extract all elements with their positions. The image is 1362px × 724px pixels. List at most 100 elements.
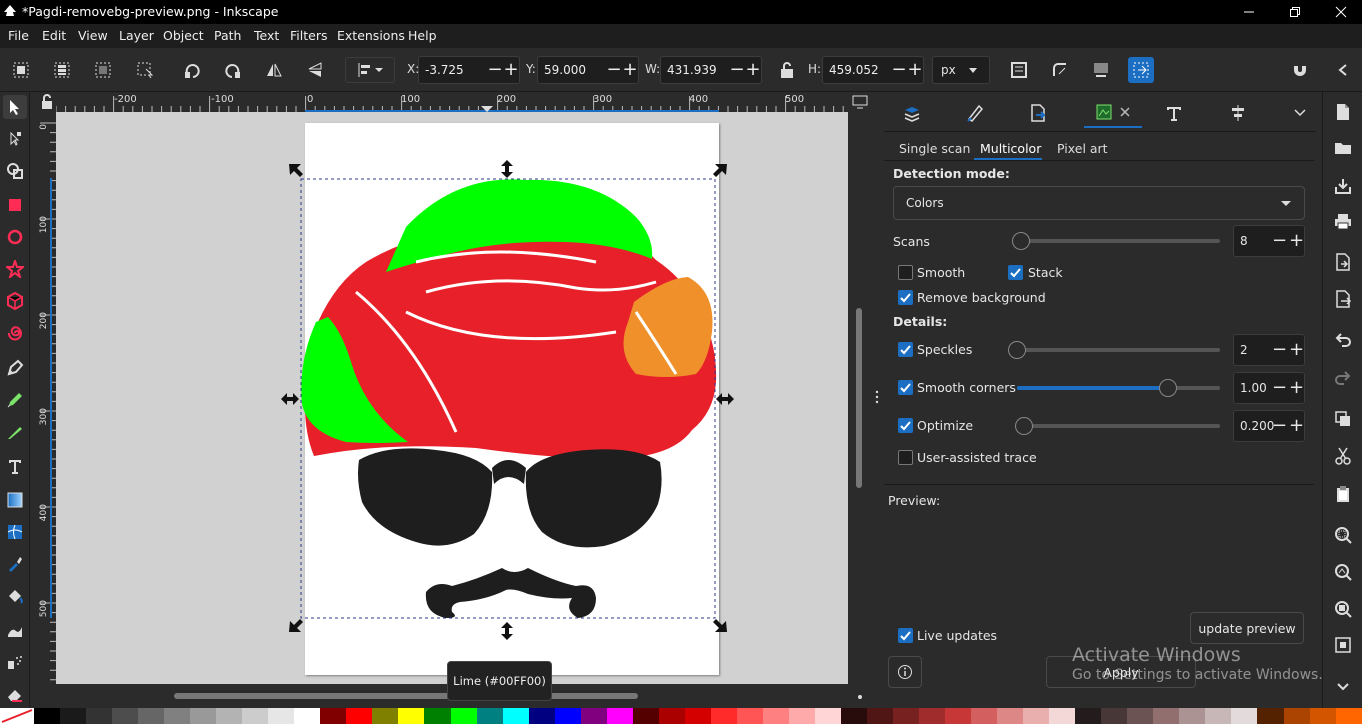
- paint-bucket-icon[interactable]: [3, 584, 27, 608]
- color-swatch[interactable]: [997, 708, 1024, 724]
- smooth-corners-slider[interactable]: [1017, 386, 1220, 390]
- color-swatch[interactable]: [190, 708, 217, 724]
- scans-decrement-icon[interactable]: −: [1272, 231, 1287, 251]
- flip-vertical-icon[interactable]: [302, 57, 328, 83]
- x-decrement-icon[interactable]: −: [487, 60, 503, 80]
- minimize-button[interactable]: [1226, 0, 1272, 24]
- color-swatch[interactable]: [919, 708, 946, 724]
- color-swatch[interactable]: [268, 708, 295, 724]
- tab-pixel-art[interactable]: Pixel art: [1057, 141, 1108, 156]
- close-window-button[interactable]: [1318, 0, 1362, 24]
- color-swatch[interactable]: [945, 708, 972, 724]
- color-swatch[interactable]: [1127, 708, 1154, 724]
- color-swatch[interactable]: [971, 708, 998, 724]
- artwork[interactable]: [56, 112, 848, 684]
- color-swatch[interactable]: [450, 708, 477, 724]
- color-swatch[interactable]: [893, 708, 920, 724]
- export-icon[interactable]: [1330, 286, 1356, 312]
- color-swatch[interactable]: [1179, 708, 1206, 724]
- optimize-spinner[interactable]: 0.200 − +: [1233, 410, 1305, 442]
- undo-icon[interactable]: [1330, 327, 1356, 353]
- dropper-tool-icon[interactable]: [3, 552, 27, 576]
- info-button[interactable]: [888, 656, 922, 688]
- color-swatch[interactable]: [814, 708, 841, 724]
- color-swatch[interactable]: [710, 708, 737, 724]
- menu-path[interactable]: Path: [214, 28, 241, 43]
- star-tool-icon[interactable]: [3, 257, 27, 281]
- more-tabs-chevron-icon[interactable]: [1280, 98, 1320, 128]
- pencil-tool-icon[interactable]: [3, 388, 27, 412]
- spiral-tool-icon[interactable]: [3, 321, 27, 345]
- optimize-checkbox[interactable]: [898, 418, 913, 433]
- stack-checkbox[interactable]: [1008, 265, 1023, 280]
- color-swatch[interactable]: [1231, 708, 1258, 724]
- smooth-corners-decrement-icon[interactable]: −: [1272, 378, 1287, 398]
- color-swatch[interactable]: [840, 708, 867, 724]
- color-swatch[interactable]: [86, 708, 113, 724]
- color-swatch[interactable]: [788, 708, 815, 724]
- paste-icon[interactable]: [1330, 481, 1356, 507]
- live-updates-checkbox[interactable]: [898, 628, 913, 643]
- vertical-ruler[interactable]: 0 100 200 300 400 500: [38, 112, 56, 684]
- cut-icon[interactable]: [1330, 443, 1356, 469]
- speckles-slider[interactable]: [1010, 348, 1220, 352]
- mesh-tool-icon[interactable]: [3, 520, 27, 544]
- export-tab-icon[interactable]: [1018, 98, 1058, 128]
- color-swatch[interactable]: [762, 708, 789, 724]
- detection-mode-select[interactable]: Colors: [893, 186, 1305, 220]
- smooth-corners-spinner[interactable]: 1.00 − +: [1233, 372, 1305, 404]
- smooth-checkbox[interactable]: [898, 265, 913, 280]
- y-field[interactable]: 59.000 − +: [537, 56, 639, 84]
- move-patterns-icon[interactable]: [1128, 57, 1154, 83]
- deselect-icon[interactable]: [90, 57, 116, 83]
- color-swatch[interactable]: [424, 708, 451, 724]
- align-distribute-tab-icon[interactable]: [1218, 98, 1258, 128]
- color-swatch[interactable]: [867, 708, 894, 724]
- color-swatch[interactable]: [1101, 708, 1128, 724]
- w-field[interactable]: 431.939 − +: [660, 56, 762, 84]
- layers-tab-icon[interactable]: [892, 98, 932, 128]
- rotate-cw-icon[interactable]: [220, 57, 246, 83]
- color-swatch[interactable]: [1257, 708, 1284, 724]
- snap-icon[interactable]: [1287, 57, 1313, 83]
- menu-layer[interactable]: Layer: [119, 28, 154, 43]
- gradient-tool-icon[interactable]: [3, 488, 27, 512]
- speckles-checkbox[interactable]: [898, 342, 913, 357]
- horizontal-ruler[interactable]: -200 -100 0 100 200 300 400 500: [56, 92, 848, 112]
- new-document-icon[interactable]: [1330, 99, 1356, 125]
- horizontal-scroll-thumb[interactable]: [174, 693, 638, 699]
- scale-stroke-icon[interactable]: [1006, 57, 1032, 83]
- color-swatch[interactable]: [554, 708, 581, 724]
- color-swatch[interactable]: [1153, 708, 1180, 724]
- menu-file[interactable]: File: [8, 28, 29, 43]
- 3d-box-tool-icon[interactable]: [3, 289, 27, 313]
- h-field[interactable]: 459.052 − +: [822, 56, 924, 84]
- color-swatch[interactable]: [658, 708, 685, 724]
- scans-slider[interactable]: [1014, 239, 1220, 243]
- no-paint-swatch[interactable]: [0, 708, 34, 724]
- user-assisted-trace-checkbox[interactable]: [898, 450, 913, 465]
- color-swatch[interactable]: [1205, 708, 1232, 724]
- remove-background-checkbox[interactable]: [898, 290, 913, 305]
- tweak-tool-icon[interactable]: [3, 618, 27, 642]
- zoom-drawing-icon[interactable]: [1330, 559, 1356, 585]
- menu-object[interactable]: Object: [163, 28, 204, 43]
- import-icon[interactable]: [1330, 249, 1356, 275]
- optimize-slider-knob[interactable]: [1015, 417, 1033, 435]
- color-swatch[interactable]: [580, 708, 607, 724]
- tab-multicolor[interactable]: Multicolor: [980, 141, 1041, 156]
- w-increment-icon[interactable]: +: [745, 60, 761, 80]
- align-dropdown[interactable]: [345, 57, 395, 83]
- selector-tool-icon[interactable]: [3, 95, 27, 119]
- touch-select-icon[interactable]: [132, 57, 158, 83]
- scans-spinner[interactable]: 8 − +: [1233, 225, 1305, 257]
- x-field[interactable]: -3.725 − +: [418, 56, 520, 84]
- update-preview-button[interactable]: update preview: [1190, 612, 1304, 644]
- scans-increment-icon[interactable]: +: [1289, 231, 1304, 251]
- text-tool-icon[interactable]: [3, 454, 27, 478]
- drawing-canvas[interactable]: [56, 112, 848, 684]
- optimize-slider[interactable]: [1017, 424, 1220, 428]
- w-decrement-icon[interactable]: −: [729, 60, 745, 80]
- chevron-left-icon[interactable]: [1330, 57, 1356, 83]
- zoom-page-icon[interactable]: [1330, 596, 1356, 622]
